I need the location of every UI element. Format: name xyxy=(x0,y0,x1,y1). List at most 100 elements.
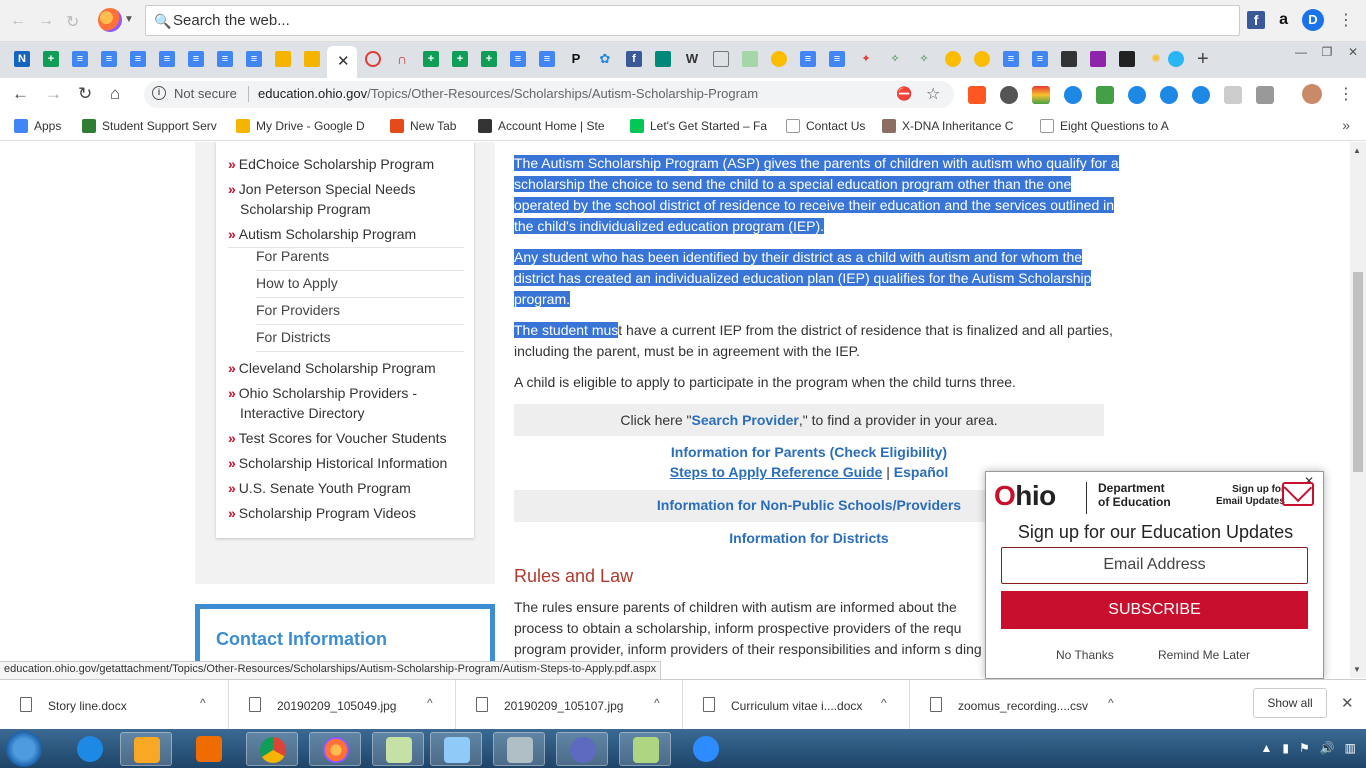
bookmark-item[interactable]: Eight Questions to A xyxy=(1040,119,1169,133)
taskbar-chrome-2[interactable] xyxy=(556,732,608,766)
tab-favicon[interactable]: ✿ xyxy=(597,51,613,67)
nav-senate-youth[interactable]: » U.S. Senate Youth Program xyxy=(228,478,464,498)
taskbar-explorer[interactable] xyxy=(120,732,172,766)
tab-favicon[interactable]: P xyxy=(568,51,584,67)
tab-favicon[interactable]: ≡ xyxy=(159,51,175,67)
bookmark-item[interactable]: Student Support Serv xyxy=(82,119,217,133)
tray-volume-icon[interactable]: 🔊 xyxy=(1320,741,1335,755)
back-icon[interactable]: ← xyxy=(10,12,26,30)
restore-icon[interactable]: ❐ xyxy=(1314,42,1340,62)
taskbar-chrome[interactable] xyxy=(246,732,298,766)
tab-favicon[interactable]: ≡ xyxy=(188,51,204,67)
bookmark-item[interactable]: X-DNA Inheritance C xyxy=(882,119,1013,133)
tab-favicon[interactable]: ✧ xyxy=(916,51,932,67)
url-input[interactable]: i Not secure education.ohio.gov/Topics/O… xyxy=(144,81,954,108)
tab-favicon[interactable]: + xyxy=(43,51,59,67)
tab-favicon[interactable]: ≡ xyxy=(72,51,88,67)
tab-favicon[interactable] xyxy=(1090,51,1106,67)
close-icon[interactable]: ✕ xyxy=(337,52,350,70)
nav-autism[interactable]: » Autism Scholarship Program xyxy=(228,224,464,248)
chevron-up-icon[interactable]: ^ xyxy=(654,696,660,710)
tray-signal-icon[interactable]: ▥ xyxy=(1345,741,1356,755)
bookmark-item[interactable]: My Drive - Google D xyxy=(236,119,365,133)
extension-icon[interactable] xyxy=(1000,86,1018,104)
blocked-icon[interactable]: ⛔ xyxy=(896,86,912,102)
extension-icon[interactable] xyxy=(968,86,986,104)
facebook-icon[interactable]: f xyxy=(1247,11,1266,29)
subnav-for-providers[interactable]: For Providers xyxy=(256,302,464,325)
remind-later-link[interactable]: Remind Me Later xyxy=(1158,648,1250,662)
taskbar-wordpad[interactable] xyxy=(430,732,482,766)
tab-favicon[interactable] xyxy=(1168,51,1184,67)
download-item[interactable]: zoomus_recording....csv ^ xyxy=(910,680,1137,730)
tab-favicon[interactable] xyxy=(365,51,381,67)
nav-test-scores[interactable]: » Test Scores for Voucher Students xyxy=(228,428,464,448)
info-nonpublic-link[interactable]: Information for Non-Public Schools/Provi… xyxy=(657,497,961,513)
tab-favicon[interactable]: + xyxy=(452,51,468,67)
tab-favicon[interactable]: ≡ xyxy=(539,51,555,67)
scroll-up-icon[interactable]: ▲ xyxy=(1353,146,1361,155)
download-item[interactable]: 20190209_105107.jpg ^ xyxy=(456,680,683,730)
extension-icon[interactable] xyxy=(1160,86,1178,104)
extension-icon[interactable] xyxy=(1032,86,1050,104)
start-button[interactable] xyxy=(6,731,42,767)
tab-favicon[interactable]: ≡ xyxy=(246,51,262,67)
tab-favicon[interactable]: ✺ xyxy=(1148,51,1164,67)
page-scrollbar[interactable]: ▲ ▼ xyxy=(1350,142,1366,678)
bookmark-item[interactable]: Let's Get Started – Fa xyxy=(630,119,767,133)
tab-favicon[interactable]: ≡ xyxy=(1003,51,1019,67)
chevron-down-icon[interactable]: ▼ xyxy=(124,14,134,25)
forward-icon[interactable]: → xyxy=(38,12,54,30)
menu-icon[interactable]: ⋮ xyxy=(1338,10,1354,30)
email-field[interactable]: Email Address xyxy=(1001,547,1308,584)
nav-cleveland[interactable]: » Cleveland Scholarship Program xyxy=(228,358,464,378)
tab-favicon[interactable]: ∩ xyxy=(394,51,410,67)
taskbar-notes[interactable] xyxy=(372,732,424,766)
bookmarks-overflow-icon[interactable]: » xyxy=(1342,117,1350,133)
tab-favicon[interactable]: ≡ xyxy=(101,51,117,67)
reload-icon[interactable]: ↻ xyxy=(78,84,92,104)
home-icon[interactable]: ⌂ xyxy=(110,84,120,104)
tray-flag-icon[interactable]: ⚑ xyxy=(1299,741,1310,755)
chevron-up-icon[interactable]: ^ xyxy=(1108,696,1114,710)
taskbar-firefox[interactable] xyxy=(309,732,361,766)
tab-favicon[interactable] xyxy=(1061,51,1077,67)
new-tab-icon[interactable]: + xyxy=(1197,48,1209,71)
minimize-icon[interactable]: — xyxy=(1288,42,1314,62)
tray-expand-icon[interactable]: ▲ xyxy=(1260,741,1272,755)
download-item[interactable]: Curriculum vitae i....docx ^ xyxy=(683,680,910,730)
tab-favicon[interactable]: W xyxy=(684,51,700,67)
bookmark-apps[interactable]: Apps xyxy=(14,119,61,133)
tab-favicon[interactable]: f xyxy=(626,51,642,67)
steps-to-apply-link[interactable]: Steps to Apply Reference Guide xyxy=(670,464,883,480)
firefox-icon[interactable] xyxy=(98,8,122,32)
subscribe-button[interactable]: SUBSCRIBE xyxy=(1001,591,1308,629)
bookmark-item[interactable]: Account Home | Ste xyxy=(478,119,605,133)
close-downloads-icon[interactable]: ✕ xyxy=(1341,694,1354,712)
tray-network-icon[interactable]: ▮ xyxy=(1282,741,1289,755)
search-provider-link[interactable]: Search Provider xyxy=(691,412,798,428)
tab-favicon[interactable] xyxy=(742,51,758,67)
download-item[interactable]: Story line.docx ^ xyxy=(0,680,229,730)
show-all-button[interactable]: Show all xyxy=(1253,688,1327,718)
web-search-input[interactable]: 🔍 Search the web... xyxy=(145,5,1240,36)
tab-favicon[interactable]: + xyxy=(481,51,497,67)
chevron-up-icon[interactable]: ^ xyxy=(200,696,206,710)
extension-icon[interactable] xyxy=(1064,86,1082,104)
no-thanks-link[interactable]: No Thanks xyxy=(1056,648,1114,662)
tab-favicon[interactable] xyxy=(304,51,320,67)
tab-favicon[interactable]: + xyxy=(423,51,439,67)
nav-historical[interactable]: » Scholarship Historical Information xyxy=(228,453,464,473)
active-tab[interactable]: ✕ xyxy=(327,46,357,78)
nav-providers-directory[interactable]: » Ohio Scholarship Providers - Interactiv… xyxy=(228,383,464,423)
taskbar-media[interactable] xyxy=(183,732,235,766)
nav-jon-peterson[interactable]: » Jon Peterson Special Needs Scholarship … xyxy=(228,179,464,219)
tab-favicon[interactable]: ≡ xyxy=(130,51,146,67)
extension-icon[interactable] xyxy=(1128,86,1146,104)
menu-icon[interactable]: ⋮ xyxy=(1338,84,1354,104)
bookmark-item[interactable]: New Tab xyxy=(390,119,456,133)
download-item[interactable]: 20190209_105049.jpg ^ xyxy=(229,680,456,730)
profile-avatar[interactable]: D xyxy=(1302,9,1324,31)
extension-icon[interactable] xyxy=(1256,86,1274,104)
tab-favicon[interactable] xyxy=(945,51,961,67)
